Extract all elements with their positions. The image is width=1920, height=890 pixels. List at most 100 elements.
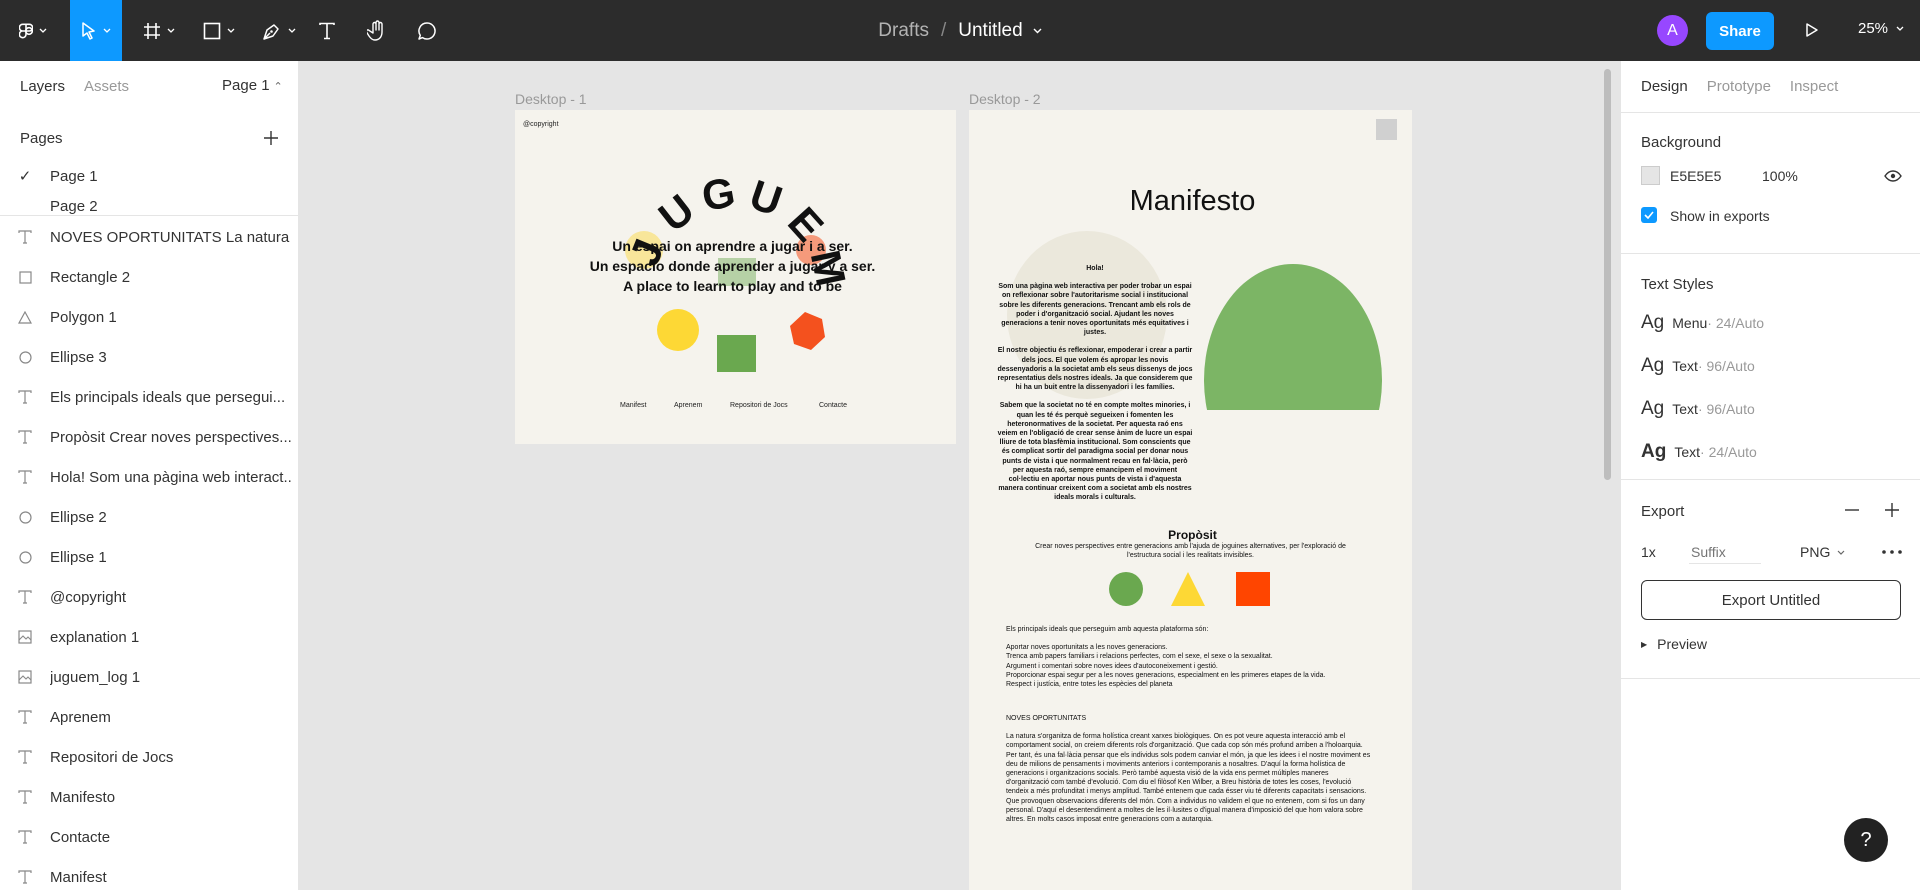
text-icon [0,790,50,804]
text-style-item[interactable]: Ag Menu · 24/Auto [1641,312,1764,334]
tab-design[interactable]: Design [1641,78,1688,95]
frame-desktop-2[interactable]: Manifesto Hola! Som una pàgina web inter… [969,110,1412,890]
layer-item[interactable]: Rectangle 2 [0,257,298,297]
frame-desktop-1[interactable]: @copyright JUGUEM Un espai on aprendre a… [515,110,956,444]
polygon-icon [0,310,50,324]
canvas[interactable]: Desktop - 1 @copyright JUGUEM Un espai o… [300,61,1620,890]
nav-aprenem[interactable]: Aprenem [674,402,702,409]
present-button[interactable] [1800,18,1822,47]
breadcrumb-separator: / [940,19,947,41]
layer-item[interactable]: Ellipse 3 [0,337,298,377]
ideal-item: Trenca amb papers familiars i relacions … [1006,653,1273,661]
logo-letter: G [698,168,738,220]
tab-layers[interactable]: Layers [20,78,65,95]
hola-paragraph-2: El nostre objectiu és reflexionar, empod… [997,347,1193,392]
breadcrumb-drafts-link[interactable]: Drafts [878,20,929,42]
layer-name: Ellipse 1 [50,548,107,566]
text-style-meta: · 96/Auto [1697,401,1755,417]
text-styles-section: Text Styles Ag Menu · 24/Auto Ag Text · 96/… [1621,253,1920,483]
eye-icon[interactable] [1884,170,1902,182]
tab-prototype[interactable]: Prototype [1707,78,1771,95]
caret-right-icon: ▶ [1641,639,1648,649]
tagline-spanish: Un espacio donde aprender a jugar y a se… [589,258,876,274]
background-swatch[interactable] [1641,166,1660,185]
page-item-page-2[interactable]: Page 2 [0,196,298,214]
layer-name: Ellipse 3 [50,348,107,366]
layer-name: NOVES OPORTUNITATS La natura ... [50,228,292,246]
user-avatar[interactable]: A [1657,15,1688,46]
page-item-page-1[interactable]: ✓ Page 1 [0,156,298,196]
page-name: Page 2 [50,198,98,214]
export-button[interactable]: Export Untitled [1641,580,1901,620]
nav-manifest[interactable]: Manifest [620,402,646,409]
layer-name: Els principals ideals que persegui... [50,388,286,406]
ideal-item: Respect i justícia, entre totes les espè… [1006,681,1173,689]
text-style-preview: Ag [1641,312,1665,333]
text-styles-title: Text Styles [1641,276,1714,293]
layer-item[interactable]: Aprenem [0,697,298,737]
background-hex[interactable]: E5E5E5 [1670,168,1721,184]
page-selector[interactable]: Page 1 ⌃ [222,77,283,94]
add-page-icon[interactable] [264,131,278,145]
hola-paragraph-3: Sabem que la societat no té en compte mo… [997,402,1193,502]
show-in-exports-label: Show in exports [1670,208,1770,224]
layer-item[interactable]: Ellipse 1 [0,537,298,577]
background-opacity[interactable]: 100% [1762,168,1798,184]
layer-item[interactable]: Manifest [0,857,298,890]
frame-label-desktop-1[interactable]: Desktop - 1 [515,91,587,107]
export-suffix-input[interactable] [1689,540,1761,564]
text-style-item[interactable]: Ag Text · 96/Auto [1641,355,1755,377]
minus-icon[interactable] [1845,509,1859,511]
export-scale[interactable]: 1x [1641,544,1656,560]
layer-item[interactable]: Propòsit Crear noves perspectives... [0,417,298,457]
layer-name: Ellipse 2 [50,508,107,526]
text-icon [0,830,50,844]
nav-repositori[interactable]: Repositori de Jocs [730,402,788,409]
text-style-item[interactable]: Ag Text · 24/Auto [1641,441,1757,463]
layer-item[interactable]: Polygon 1 [0,297,298,337]
chevron-down-icon [1896,26,1904,31]
pages-title: Pages [20,129,63,147]
layer-item[interactable]: NOVES OPORTUNITATS La natura ... [0,217,298,257]
document-title[interactable]: Untitled [958,20,1022,42]
proposit-title: Propòsit [1168,528,1217,542]
logo-yellow-circle [657,309,699,351]
breadcrumb: Drafts / Untitled [0,0,1920,61]
text-icon [0,230,50,244]
noves-block: NOVES OPORTUNITATS La natura s'organitza… [1006,714,1371,824]
nav-contacte[interactable]: Contacte [819,402,847,409]
text-style-item[interactable]: Ag Text · 96/Auto [1641,398,1755,420]
text-style-preview: Ag [1641,398,1665,419]
ideal-item: Proporcionar espai segur per a les noves… [1006,671,1326,679]
tab-assets[interactable]: Assets [84,78,129,95]
canvas-scrollbar[interactable] [1604,69,1611,480]
layer-item[interactable]: @copyright [0,577,298,617]
layer-item[interactable]: Ellipse 2 [0,497,298,537]
ellipse-icon [0,550,50,564]
tagline-english: A place to learn to play and to be [623,278,842,294]
show-in-exports-checkbox[interactable] [1641,207,1657,223]
more-options-icon[interactable] [1882,550,1902,554]
tab-inspect[interactable]: Inspect [1790,78,1838,95]
layer-name: @copyright [50,588,127,606]
plus-icon[interactable] [1885,503,1899,517]
layer-item[interactable]: Manifesto [0,777,298,817]
layer-item[interactable]: Contacte [0,817,298,857]
share-button[interactable]: Share [1706,12,1774,50]
layer-item[interactable]: juguem_log 1 [0,657,298,697]
layer-item[interactable]: Hola! Som una pàgina web interact... [0,457,298,497]
checkmark-icon [1644,211,1654,219]
text-style-name: Text [1672,401,1698,417]
chevron-down-icon[interactable] [1033,28,1042,34]
frame-label-desktop-2[interactable]: Desktop - 2 [969,91,1041,107]
export-format-dropdown[interactable]: PNG [1800,544,1845,560]
layer-item[interactable]: Els principals ideals que persegui... [0,377,298,417]
layer-item[interactable]: explanation 1 [0,617,298,657]
zoom-dropdown[interactable]: 25% [1858,20,1904,37]
green-ellipse [1204,264,1382,410]
proposit-yellow-triangle [1171,572,1205,606]
help-button[interactable]: ? [1844,818,1888,862]
zoom-level: 25% [1858,20,1889,37]
preview-toggle[interactable]: ▶ Preview [1641,636,1707,652]
layer-item[interactable]: Repositori de Jocs [0,737,298,777]
